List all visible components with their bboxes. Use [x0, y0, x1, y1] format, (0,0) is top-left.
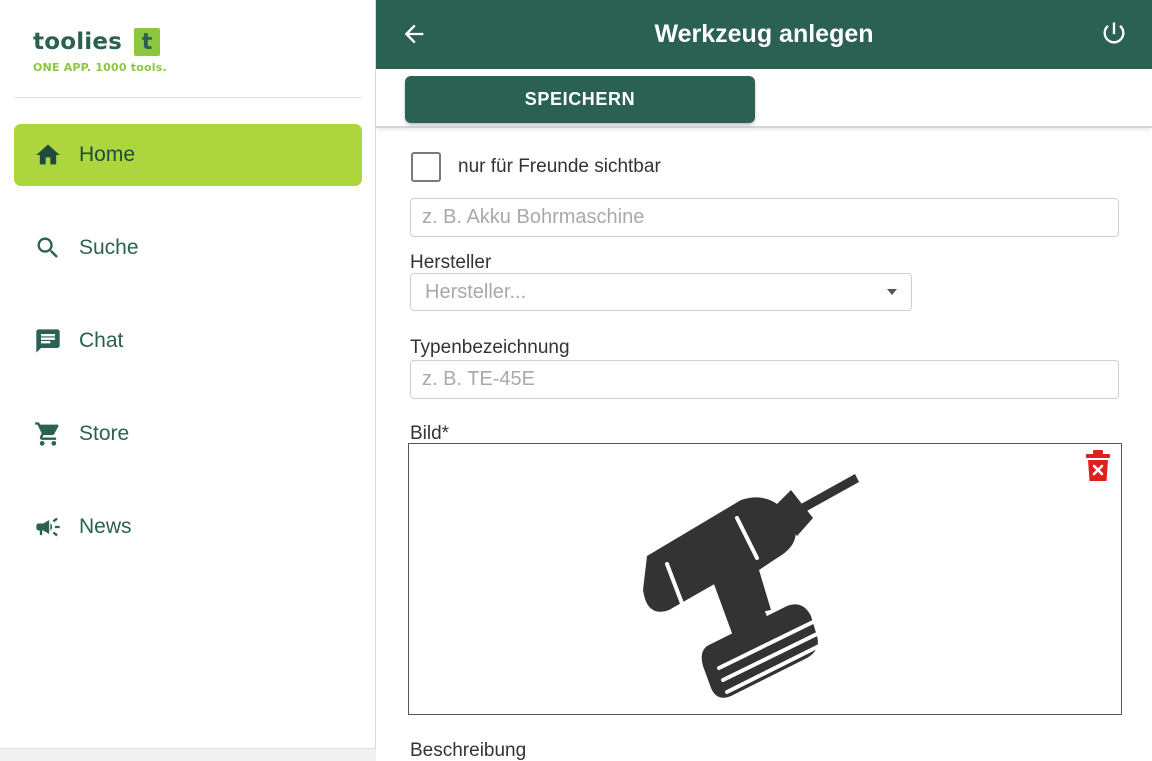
sidebar-footer	[0, 748, 376, 761]
save-button[interactable]: SPEICHERN	[405, 76, 755, 123]
logo-name: toolies	[33, 29, 123, 55]
sidebar-item-label: News	[79, 515, 132, 538]
app-logo[interactable]: toolies t ONE APP. 1000 tools.	[33, 28, 167, 74]
type-label: Typenbezeichnung	[410, 337, 570, 358]
arrow-left-icon	[404, 24, 424, 44]
sidebar-item-store[interactable]: Store	[14, 403, 362, 465]
sidebar-item-label: Suche	[79, 236, 139, 259]
sidebar-item-home[interactable]: Home	[14, 124, 362, 186]
chat-icon	[34, 327, 62, 355]
image-label: Bild*	[410, 423, 450, 444]
divider	[14, 97, 362, 98]
form-toolbar: SPEICHERN	[376, 69, 1152, 128]
friends-only-label: nur für Freunde sichtbar	[458, 156, 661, 177]
manufacturer-select[interactable]: Hersteller...	[410, 273, 912, 311]
trash-icon	[1086, 450, 1110, 481]
search-icon	[34, 234, 62, 262]
sidebar: toolies t ONE APP. 1000 tools. Home Such…	[0, 0, 376, 761]
delete-image-button[interactable]	[1085, 450, 1111, 482]
page-title: Werkzeug anlegen	[654, 20, 874, 48]
image-upload-area[interactable]	[408, 443, 1122, 715]
manufacturer-select-placeholder: Hersteller...	[425, 281, 527, 303]
drill-icon	[643, 474, 859, 698]
logout-button[interactable]	[1100, 19, 1128, 47]
caret-down-icon	[887, 289, 897, 295]
sidebar-item-label: Home	[79, 143, 136, 166]
app-header: Werkzeug anlegen	[376, 0, 1152, 69]
sidebar-item-label: Store	[79, 422, 130, 445]
manufacturer-label: Hersteller	[410, 252, 492, 273]
sidebar-item-chat[interactable]: Chat	[14, 310, 362, 372]
friends-only-checkbox[interactable]	[411, 152, 441, 182]
description-label: Beschreibung	[410, 740, 527, 761]
logo-badge: t	[134, 28, 161, 56]
sidebar-item-suche[interactable]: Suche	[14, 217, 362, 279]
back-button[interactable]	[400, 20, 428, 48]
home-icon	[34, 141, 62, 169]
tool-form: nur für Freunde sichtbar Hersteller Hers…	[376, 130, 1152, 761]
sidebar-item-news[interactable]: News	[14, 496, 362, 558]
cart-icon	[34, 420, 62, 448]
power-icon	[1103, 22, 1125, 44]
sidebar-item-label: Chat	[79, 329, 124, 352]
logo-row: toolies t	[33, 28, 167, 56]
tool-name-input[interactable]	[410, 198, 1119, 237]
megaphone-icon	[34, 513, 62, 541]
type-input[interactable]	[410, 360, 1119, 399]
logo-tagline: ONE APP. 1000 tools.	[33, 61, 167, 74]
